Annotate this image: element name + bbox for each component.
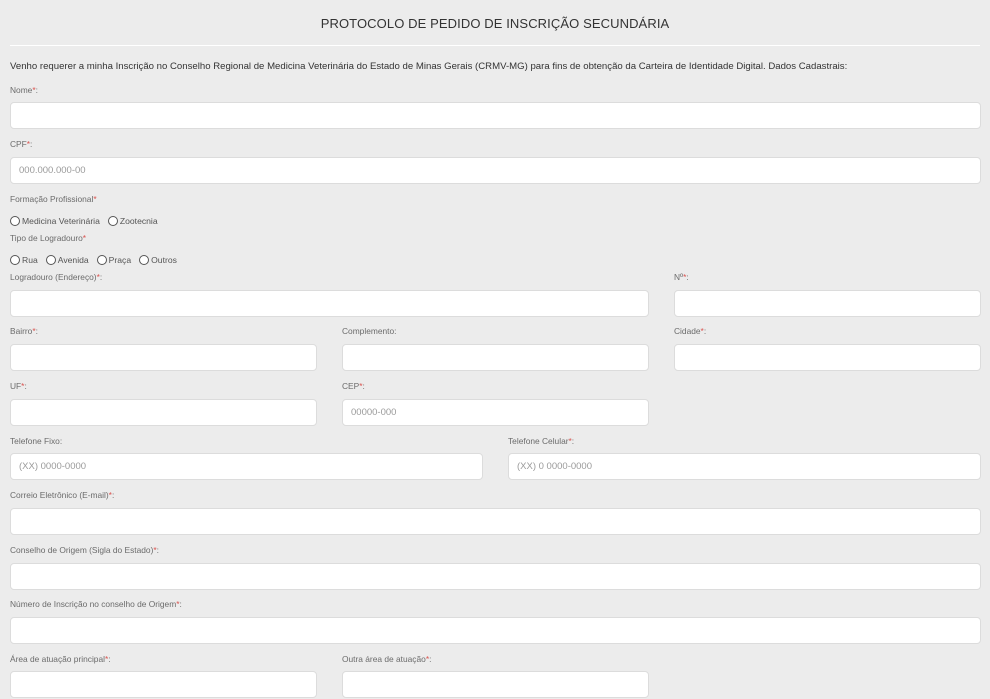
complemento-label: Complemento: [342,326,397,336]
logradouro-label: Logradouro (Endereço)*: [10,272,103,282]
telefone-celular-input[interactable] [508,453,981,480]
cpf-input[interactable] [10,157,981,184]
area-principal-label: Área de atuação principal*: [10,654,111,664]
numero-label: Nº*: [674,272,689,282]
radio-medicina-veterinaria[interactable]: Medicina Veterinária [10,216,100,226]
email-input[interactable] [10,508,981,535]
conselho-origem-label: Conselho de Origem (Sigla do Estado)*: [10,545,159,555]
telefone-fixo-input[interactable] [10,453,483,480]
radio-circle-icon[interactable] [10,216,20,226]
bairro-input[interactable] [10,344,317,371]
complemento-input[interactable] [342,344,649,371]
telefone-fixo-label: Telefone Fixo: [10,436,63,446]
bairro-label: Bairro*: [10,326,38,336]
radio-circle-icon[interactable] [107,216,118,226]
radio-circle-icon[interactable] [10,255,20,265]
outra-area-label: Outra área de atuação*: [342,654,432,664]
title-divider [10,45,980,46]
cep-label: CEP*: [342,381,365,391]
cidade-label: Cidade*: [674,326,707,336]
numero-input[interactable] [674,290,981,317]
cep-input[interactable] [342,399,649,426]
formacao-label: Formação Profissional* [10,194,97,204]
radio-outros[interactable]: Outros [139,255,177,265]
cidade-input[interactable] [674,344,981,371]
radio-praca[interactable]: Praça [96,255,131,265]
radio-circle-icon[interactable] [139,255,150,265]
logradouro-input[interactable] [10,290,649,317]
radio-rua[interactable]: Rua [10,255,38,265]
formacao-radio-group: Medicina Veterinária Zootecnia [10,216,166,226]
cpf-label: CPF*: [10,139,33,149]
tipo-logradouro-label: Tipo de Logradouro* [10,233,87,243]
numero-inscricao-label: Número de Inscrição no conselho de Orige… [10,599,182,609]
conselho-origem-input[interactable] [10,563,981,590]
intro-text: Venho requerer a minha Inscrição no Cons… [10,61,848,72]
telefone-celular-label: Telefone Celular*: [508,436,575,446]
uf-input[interactable] [10,399,317,426]
nome-label: Nome*: [10,85,38,95]
radio-avenida[interactable]: Avenida [45,255,89,265]
radio-zootecnia[interactable]: Zootecnia [107,216,158,226]
area-principal-input[interactable] [10,671,317,698]
numero-inscricao-input[interactable] [10,617,981,644]
radio-circle-icon[interactable] [45,255,56,265]
email-label: Correio Eletrônico (E-mail)*: [10,490,115,500]
outra-area-input[interactable] [342,671,649,698]
nome-input[interactable] [10,102,981,129]
uf-label: UF*: [10,381,27,391]
page-title: PROTOCOLO DE PEDIDO DE INSCRIÇÃO SECUNDÁ… [320,16,670,31]
radio-circle-icon[interactable] [96,255,107,265]
tipo-logradouro-radio-group: Rua Avenida Praça Outros [10,255,185,265]
